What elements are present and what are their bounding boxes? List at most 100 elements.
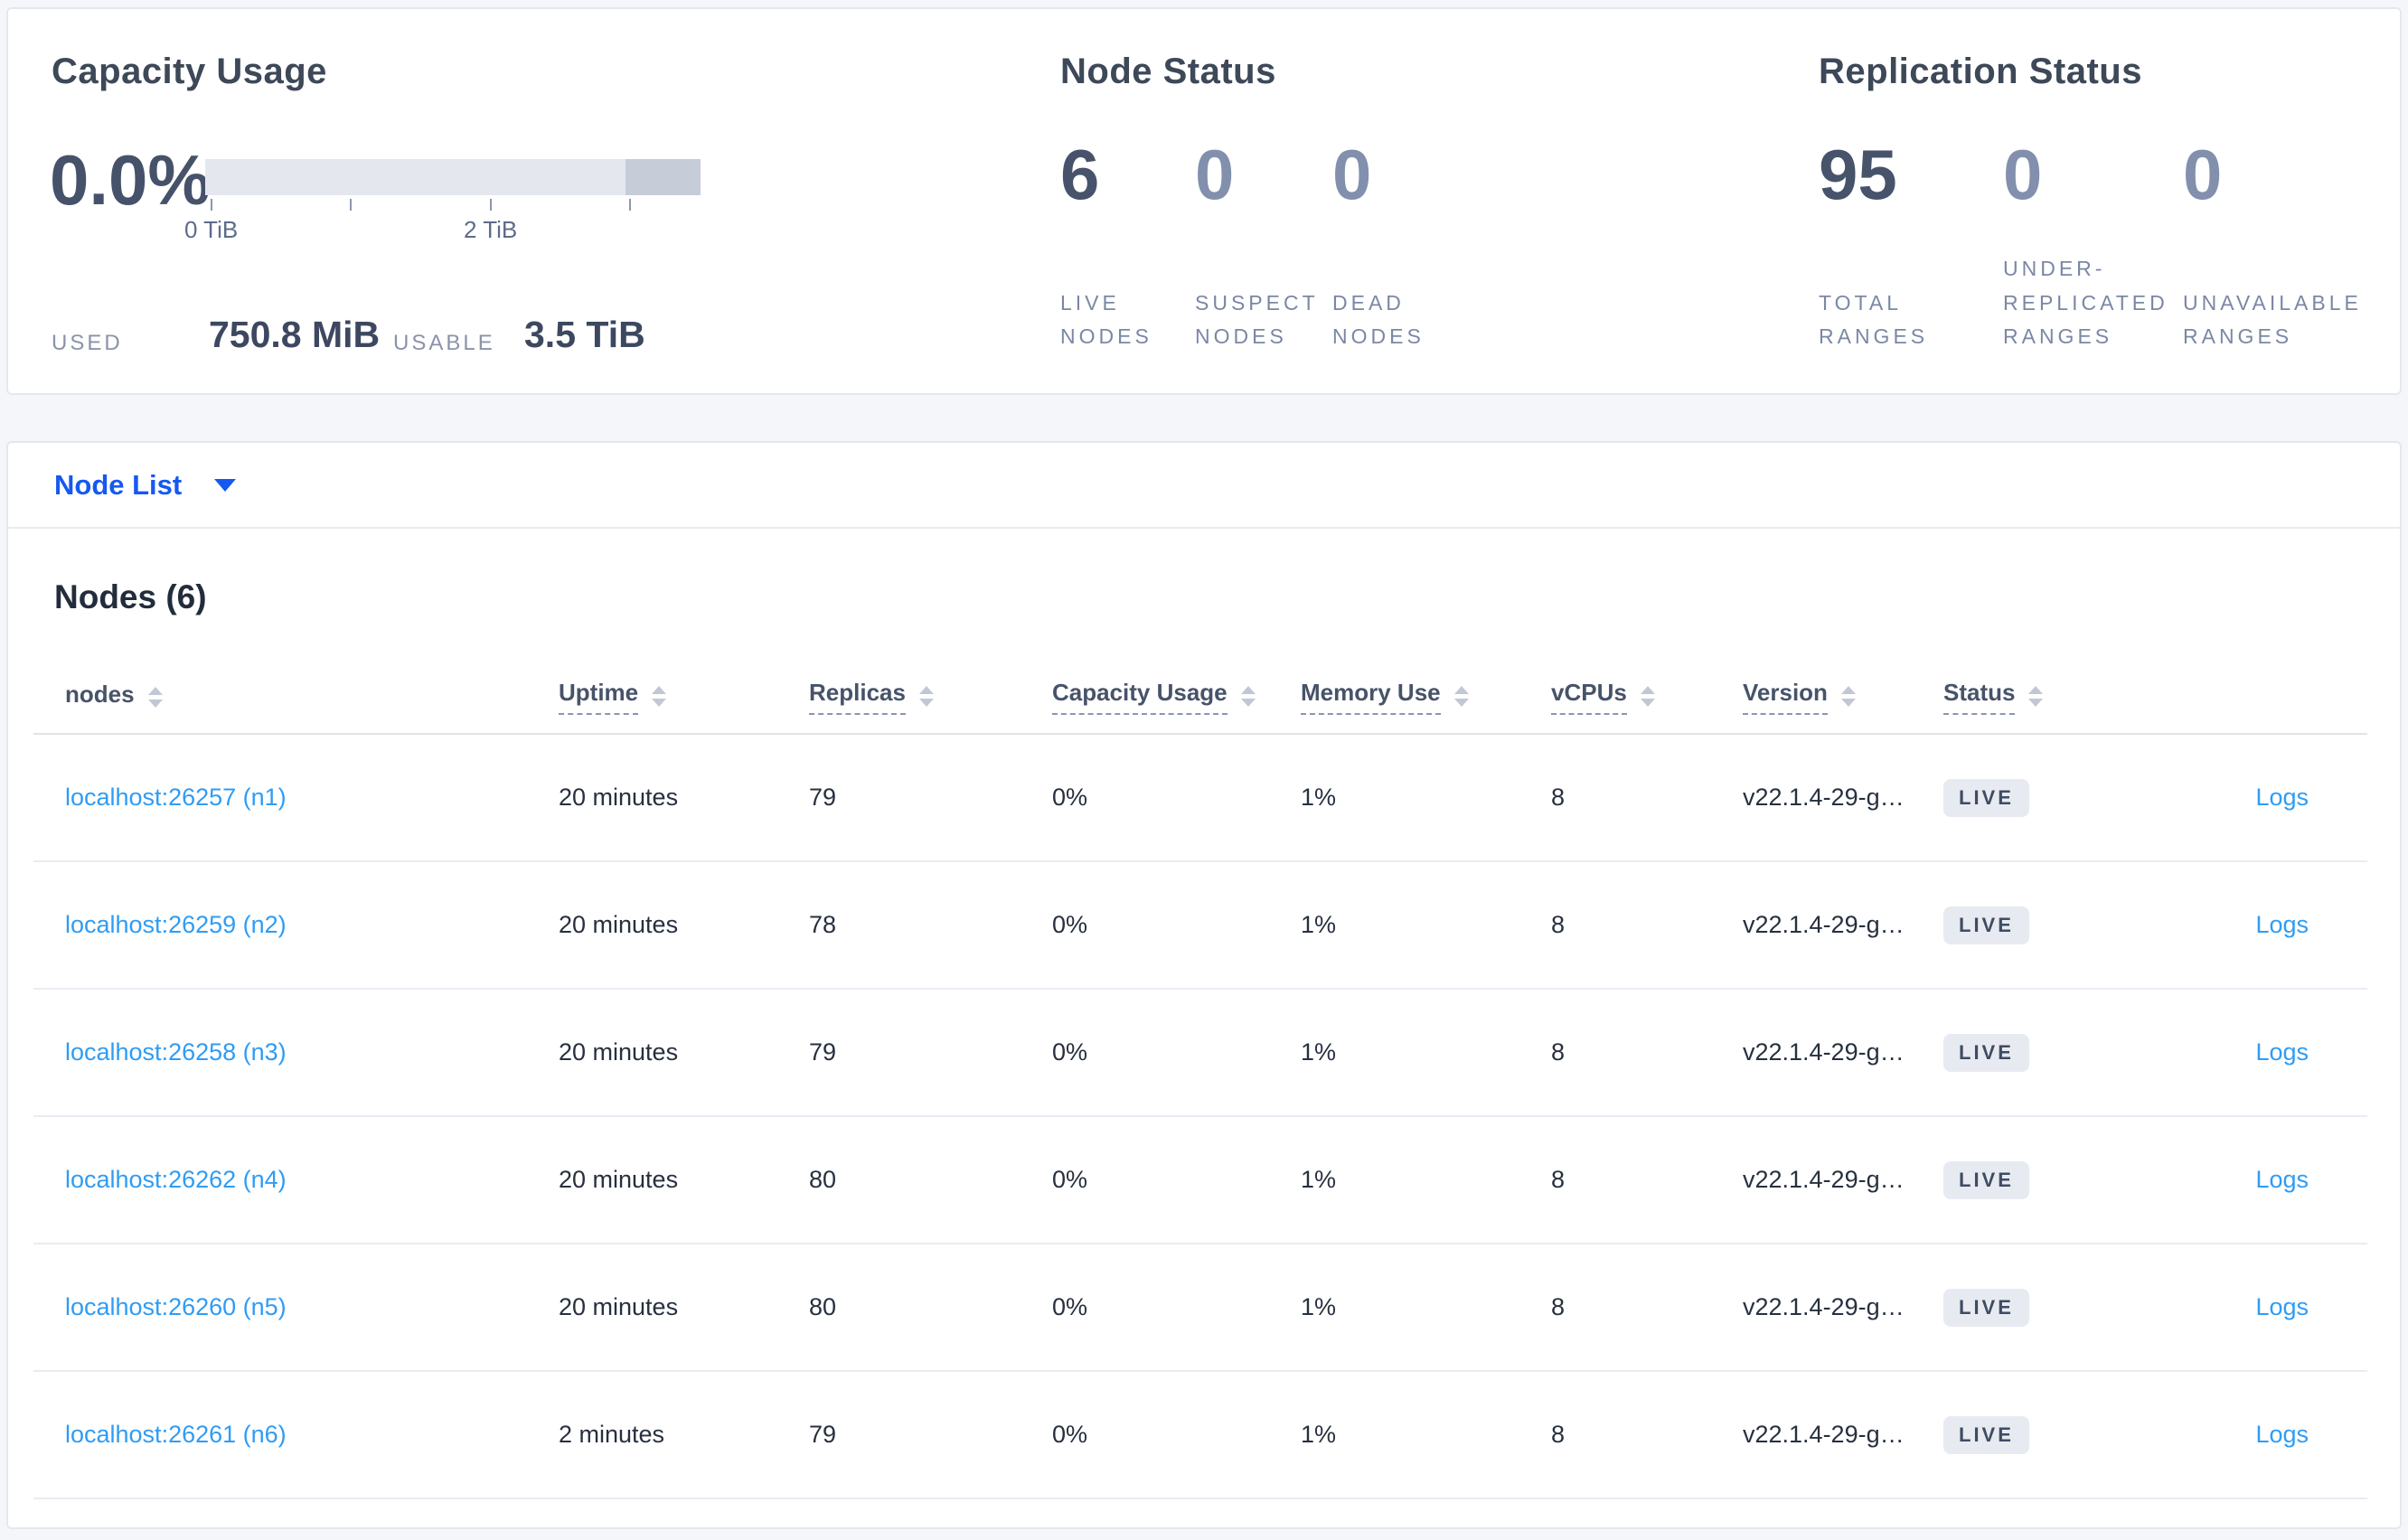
column-header-vcpus[interactable]: vCPUs — [1551, 658, 1743, 735]
status-badge: LIVE — [1943, 778, 2029, 817]
memory-use-cell: 1% — [1301, 1244, 1551, 1372]
uptime-cell: 20 minutes — [559, 734, 809, 862]
table-header-row: nodes Uptime Replicas Capacity Usage Mem… — [33, 658, 2367, 735]
replicas-cell: 79 — [809, 1371, 1052, 1499]
usable-label: USABLE — [393, 331, 495, 355]
logs-link[interactable]: Logs — [2255, 1038, 2309, 1066]
capacity-usage-title: Capacity Usage — [52, 52, 327, 91]
column-header-capacity-usage[interactable]: Capacity Usage — [1052, 658, 1301, 735]
node-list-header: Node List — [8, 443, 2400, 529]
replicas-cell: 79 — [809, 989, 1052, 1117]
vcpus-cell: 8 — [1551, 1371, 1743, 1499]
nodes-count-heading: Nodes (6) — [54, 578, 207, 615]
sort-icon — [1240, 686, 1256, 708]
logs-link[interactable]: Logs — [2255, 1421, 2309, 1448]
live-nodes-value: 6 — [1060, 135, 1100, 214]
dead-nodes-value: 0 — [1332, 135, 1372, 214]
node-address-link[interactable]: localhost:26261 (n6) — [65, 1421, 287, 1448]
status-badge: LIVE — [1943, 906, 2029, 944]
table-row: localhost:26262 (n4) 20 minutes 80 0% 1%… — [33, 1116, 2367, 1244]
sort-icon — [1840, 686, 1856, 708]
node-list-card: Node List Nodes (6) nodes Uptime Replica… — [6, 441, 2402, 1529]
node-address-link[interactable]: localhost:26260 (n5) — [65, 1293, 287, 1320]
capacity-axis-tick — [210, 199, 212, 211]
capacity-axis-tick — [350, 199, 353, 211]
status-badge: LIVE — [1943, 1415, 2029, 1454]
capacity-usage-cell: 0% — [1052, 1371, 1301, 1499]
unavailable-ranges-value: 0 — [2183, 135, 2223, 214]
under-replicated-ranges-value: 0 — [2003, 135, 2043, 214]
table-row: localhost:26257 (n1) 20 minutes 79 0% 1%… — [33, 734, 2367, 862]
uptime-cell: 20 minutes — [559, 861, 809, 990]
unavailable-ranges-label: UNAVAILABLE RANGES — [2183, 290, 2362, 348]
under-replicated-ranges-label: UNDER-REPLICATED RANGES — [2003, 257, 2168, 348]
version-cell: v22.1.4-29-g… — [1743, 734, 1943, 862]
cluster-summary-card: Capacity Usage 0.0% 0 TiB 2 TiB USED 750… — [6, 7, 2402, 395]
column-header-replicas[interactable]: Replicas — [809, 658, 1052, 735]
usable-value: 3.5 TiB — [524, 314, 645, 355]
used-label: USED — [52, 331, 123, 355]
column-header-version[interactable]: Version — [1743, 658, 1943, 735]
version-cell: v22.1.4-29-g… — [1743, 1116, 1943, 1244]
capacity-usage-cell: 0% — [1052, 861, 1301, 990]
column-header-memory-use[interactable]: Memory Use — [1301, 658, 1551, 735]
node-address-link[interactable]: localhost:26258 (n3) — [65, 1038, 287, 1066]
status-badge: LIVE — [1943, 1288, 2029, 1327]
sort-icon — [1453, 686, 1469, 708]
sort-icon — [147, 687, 163, 709]
logs-link[interactable]: Logs — [2255, 911, 2309, 938]
memory-use-cell: 1% — [1301, 1371, 1551, 1499]
table-row: localhost:26259 (n2) 20 minutes 78 0% 1%… — [33, 861, 2367, 990]
chevron-down-icon — [214, 478, 237, 492]
used-value: 750.8 MiB — [209, 314, 381, 355]
column-header-nodes[interactable]: nodes — [33, 658, 559, 735]
replicas-cell: 80 — [809, 1116, 1052, 1244]
suspect-nodes-value: 0 — [1195, 135, 1235, 214]
table-row: localhost:26258 (n3) 20 minutes 79 0% 1%… — [33, 989, 2367, 1117]
vcpus-cell: 8 — [1551, 1244, 1743, 1372]
capacity-usage-bar — [205, 159, 701, 195]
logs-link[interactable]: Logs — [2255, 1166, 2309, 1193]
replicas-cell: 80 — [809, 1244, 1052, 1372]
logs-link[interactable]: Logs — [2255, 784, 2309, 811]
uptime-cell: 2 minutes — [559, 1371, 809, 1499]
column-header-status[interactable]: Status — [1943, 658, 2124, 735]
version-cell: v22.1.4-29-g… — [1743, 989, 1943, 1117]
sort-icon — [918, 686, 934, 708]
version-cell: v22.1.4-29-g… — [1743, 861, 1943, 990]
nodes-table: nodes Uptime Replicas Capacity Usage Mem… — [33, 658, 2367, 1499]
memory-use-cell: 1% — [1301, 734, 1551, 862]
node-status-title: Node Status — [1060, 52, 1276, 91]
dead-nodes-label: DEAD NODES — [1332, 290, 1425, 348]
vcpus-cell: 8 — [1551, 989, 1743, 1117]
logs-link[interactable]: Logs — [2255, 1293, 2309, 1320]
node-address-link[interactable]: localhost:26259 (n2) — [65, 911, 287, 938]
sort-icon — [652, 686, 667, 708]
replicas-cell: 79 — [809, 734, 1052, 862]
node-address-link[interactable]: localhost:26257 (n1) — [65, 784, 287, 811]
total-ranges-label: TOTAL RANGES — [1819, 290, 1929, 348]
uptime-cell: 20 minutes — [559, 1116, 809, 1244]
capacity-bar-dark-segment — [625, 159, 701, 195]
version-cell: v22.1.4-29-g… — [1743, 1371, 1943, 1499]
capacity-percent-value: 0.0% — [50, 140, 211, 220]
status-badge: LIVE — [1943, 1160, 2029, 1199]
column-header-logs — [2124, 658, 2367, 735]
vcpus-cell: 8 — [1551, 861, 1743, 990]
sort-icon — [1640, 686, 1655, 708]
capacity-axis-label: 2 TiB — [464, 216, 518, 243]
live-nodes-label: LIVE NODES — [1060, 290, 1152, 348]
column-header-uptime[interactable]: Uptime — [559, 658, 809, 735]
capacity-usage-cell: 0% — [1052, 734, 1301, 862]
replicas-cell: 78 — [809, 861, 1052, 990]
capacity-usage-cell: 0% — [1052, 1116, 1301, 1244]
sort-icon — [2028, 686, 2044, 708]
memory-use-cell: 1% — [1301, 861, 1551, 990]
vcpus-cell: 8 — [1551, 734, 1743, 862]
vcpus-cell: 8 — [1551, 1116, 1743, 1244]
capacity-axis-tick — [489, 199, 492, 211]
capacity-usage-cell: 0% — [1052, 989, 1301, 1117]
uptime-cell: 20 minutes — [559, 989, 809, 1117]
node-address-link[interactable]: localhost:26262 (n4) — [65, 1166, 287, 1193]
node-list-dropdown[interactable]: Node List — [54, 471, 237, 499]
